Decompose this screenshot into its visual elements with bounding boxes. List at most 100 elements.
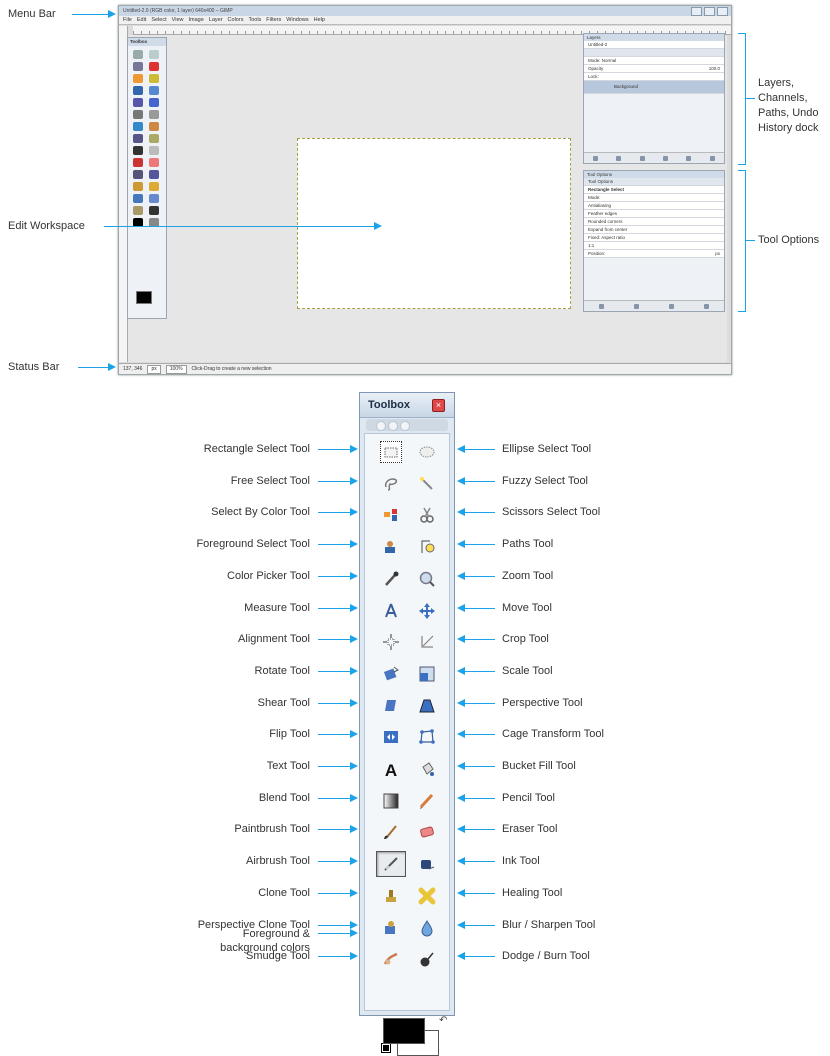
mini-foreground-color[interactable] xyxy=(136,291,152,304)
new-layer-icon[interactable] xyxy=(593,155,599,161)
foreground-select-tool-button[interactable] xyxy=(380,536,402,558)
mini-tool-icon[interactable] xyxy=(149,182,159,191)
mini-tool-icon[interactable] xyxy=(133,98,143,107)
text-tool-button[interactable]: A xyxy=(380,758,402,780)
layer-mode-select[interactable]: Mode: Normal xyxy=(584,57,724,65)
mini-tool-icon[interactable] xyxy=(133,122,143,131)
zoom-select[interactable]: 100% xyxy=(165,364,187,374)
mini-tool-icon[interactable] xyxy=(133,62,143,71)
menu-item[interactable]: Colors xyxy=(228,16,244,24)
layer-row-background[interactable]: Background xyxy=(584,81,724,94)
tool-options-tab[interactable]: Tool Options xyxy=(584,178,724,186)
mini-tool-icon[interactable] xyxy=(133,170,143,179)
mini-tool-icon[interactable] xyxy=(133,182,143,191)
perspective-clone-tool-button[interactable] xyxy=(380,917,402,939)
menu-item[interactable]: Edit xyxy=(137,16,146,24)
default-colors-icon[interactable] xyxy=(381,1043,391,1053)
selection-mode[interactable]: Mode: xyxy=(584,194,724,202)
dock-tabs[interactable] xyxy=(584,49,724,57)
mini-tool-icon[interactable] xyxy=(133,146,143,155)
color-picker-tool-button[interactable] xyxy=(380,568,402,590)
pencil-tool-button[interactable] xyxy=(416,790,438,812)
flip-tool-button[interactable] xyxy=(380,726,402,748)
cage-transform-tool-button[interactable] xyxy=(416,726,438,748)
shear-tool-button[interactable] xyxy=(380,695,402,717)
restore-options-icon[interactable] xyxy=(634,303,639,309)
mini-tool-icon[interactable] xyxy=(133,206,143,215)
mini-tool-icon[interactable] xyxy=(149,122,159,131)
blend-tool-button[interactable] xyxy=(380,790,402,812)
antialias-checkbox[interactable]: Antialiasing xyxy=(584,202,724,210)
delete-options-icon[interactable] xyxy=(669,303,674,309)
feather-checkbox[interactable]: Feather edges xyxy=(584,210,724,218)
menu-item[interactable]: View xyxy=(172,16,184,24)
lower-layer-icon[interactable] xyxy=(639,155,645,161)
rounded-checkbox[interactable]: Rounded corners xyxy=(584,218,724,226)
mini-tool-icon[interactable] xyxy=(133,110,143,119)
fixed-checkbox[interactable]: Fixed: Aspect ratio xyxy=(584,234,724,242)
reset-options-icon[interactable] xyxy=(704,303,709,309)
healing-tool-button[interactable] xyxy=(416,885,438,907)
mini-tool-icon[interactable] xyxy=(149,110,159,119)
alignment-tool-button[interactable] xyxy=(380,631,402,653)
save-options-icon[interactable] xyxy=(599,303,604,309)
scale-tool-button[interactable] xyxy=(416,663,438,685)
perspective-tool-button[interactable] xyxy=(416,695,438,717)
menu-item[interactable]: Tools xyxy=(248,16,261,24)
mini-tool-icon[interactable] xyxy=(133,86,143,95)
mini-tool-icon[interactable] xyxy=(149,206,159,215)
mini-tool-icon[interactable] xyxy=(149,98,159,107)
free-select-tool-button[interactable] xyxy=(380,473,402,495)
rotate-tool-button[interactable] xyxy=(380,663,402,685)
mini-tool-icon[interactable] xyxy=(149,170,159,179)
delete-layer-icon[interactable] xyxy=(709,155,715,161)
minimize-button[interactable] xyxy=(691,7,702,16)
zoom-tool-button[interactable] xyxy=(416,568,438,590)
mini-tool-icon[interactable] xyxy=(149,50,159,59)
unit-select[interactable]: px xyxy=(147,364,161,374)
measure-tool-button[interactable] xyxy=(380,600,402,622)
anchor-layer-icon[interactable] xyxy=(686,155,692,161)
wilber-drop-zone[interactable] xyxy=(366,419,448,431)
mini-tool-icon[interactable] xyxy=(149,86,159,95)
ink-tool-button[interactable] xyxy=(416,853,438,875)
duplicate-layer-icon[interactable] xyxy=(663,155,669,161)
maximize-button[interactable] xyxy=(704,7,715,16)
aspect-value-field[interactable]: 1:1 xyxy=(584,242,724,250)
mini-tool-icon[interactable] xyxy=(133,194,143,203)
fuzzy-select-tool-button[interactable] xyxy=(416,473,438,495)
mini-tool-icon[interactable] xyxy=(133,134,143,143)
mini-tool-icon[interactable] xyxy=(133,158,143,167)
mini-tool-icon[interactable] xyxy=(149,62,159,71)
paintbrush-tool-button[interactable] xyxy=(380,821,402,843)
mini-tool-icon[interactable] xyxy=(149,146,159,155)
select-by-color-tool-button[interactable] xyxy=(380,504,402,526)
foreground-color-front[interactable] xyxy=(383,1018,425,1044)
mini-tool-icon[interactable] xyxy=(149,74,159,83)
menu-item[interactable]: Layer xyxy=(209,16,223,24)
layer-lock[interactable]: Lock: xyxy=(584,73,724,81)
menu-item[interactable]: Image xyxy=(188,16,203,24)
ellipse-select-tool-button[interactable] xyxy=(416,441,438,463)
raise-layer-icon[interactable] xyxy=(616,155,622,161)
move-tool-button[interactable] xyxy=(416,600,438,622)
menu-item[interactable]: Filters xyxy=(266,16,281,24)
mini-tool-icon[interactable] xyxy=(149,194,159,203)
layer-opacity[interactable]: Opacity 100.0 xyxy=(584,65,724,73)
eraser-tool-button[interactable] xyxy=(416,821,438,843)
paths-tool-button[interactable] xyxy=(416,536,438,558)
bucket-fill-tool-button[interactable] xyxy=(416,758,438,780)
rectangle-select-tool-button[interactable] xyxy=(380,441,402,463)
image-selector[interactable]: Untitled-2 xyxy=(584,41,724,49)
menu-item[interactable]: Select xyxy=(151,16,166,24)
scissors-select-tool-button[interactable] xyxy=(416,504,438,526)
swap-colors-icon[interactable]: ↶ xyxy=(439,1016,449,1026)
mini-tool-icon[interactable] xyxy=(133,50,143,59)
airbrush-tool-button[interactable] xyxy=(376,851,406,878)
clone-tool-button[interactable] xyxy=(380,885,402,907)
mini-tool-icon[interactable] xyxy=(133,74,143,83)
position-field[interactable]: Position: px xyxy=(584,250,724,258)
crop-tool-button[interactable] xyxy=(416,631,438,653)
dodge-burn-tool-button[interactable] xyxy=(416,948,438,970)
blur-sharpen-tool-button[interactable] xyxy=(416,917,438,939)
